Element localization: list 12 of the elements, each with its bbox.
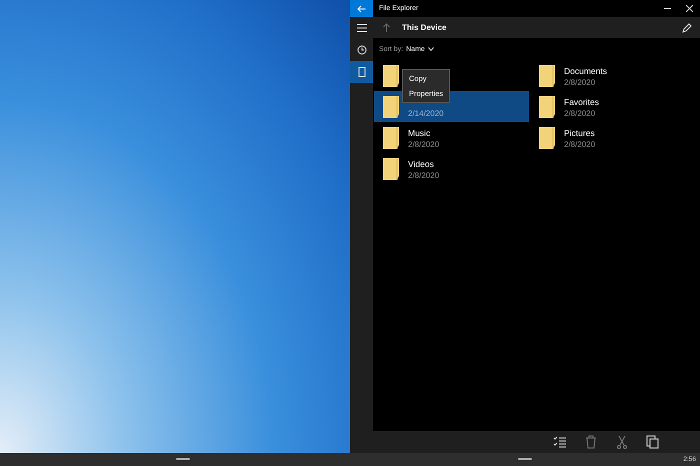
folder-name: Favorites (564, 97, 599, 107)
folder-date: 2/8/2020 (408, 171, 440, 180)
folder-name: Pictures (564, 128, 596, 138)
location-title: This Device (402, 23, 448, 32)
folder-date: 2/8/2020 (408, 140, 440, 149)
folder-name: Documents (564, 66, 607, 76)
folder-date: 2/8/2020 (564, 78, 596, 87)
folder-name: Music (408, 128, 432, 138)
folder-date: 2/8/2020 (564, 109, 596, 118)
folder-date: 2/8/2020 (564, 140, 596, 149)
folder-date: 2/14/2020 (408, 109, 444, 118)
folder-name: Videos (408, 159, 435, 169)
